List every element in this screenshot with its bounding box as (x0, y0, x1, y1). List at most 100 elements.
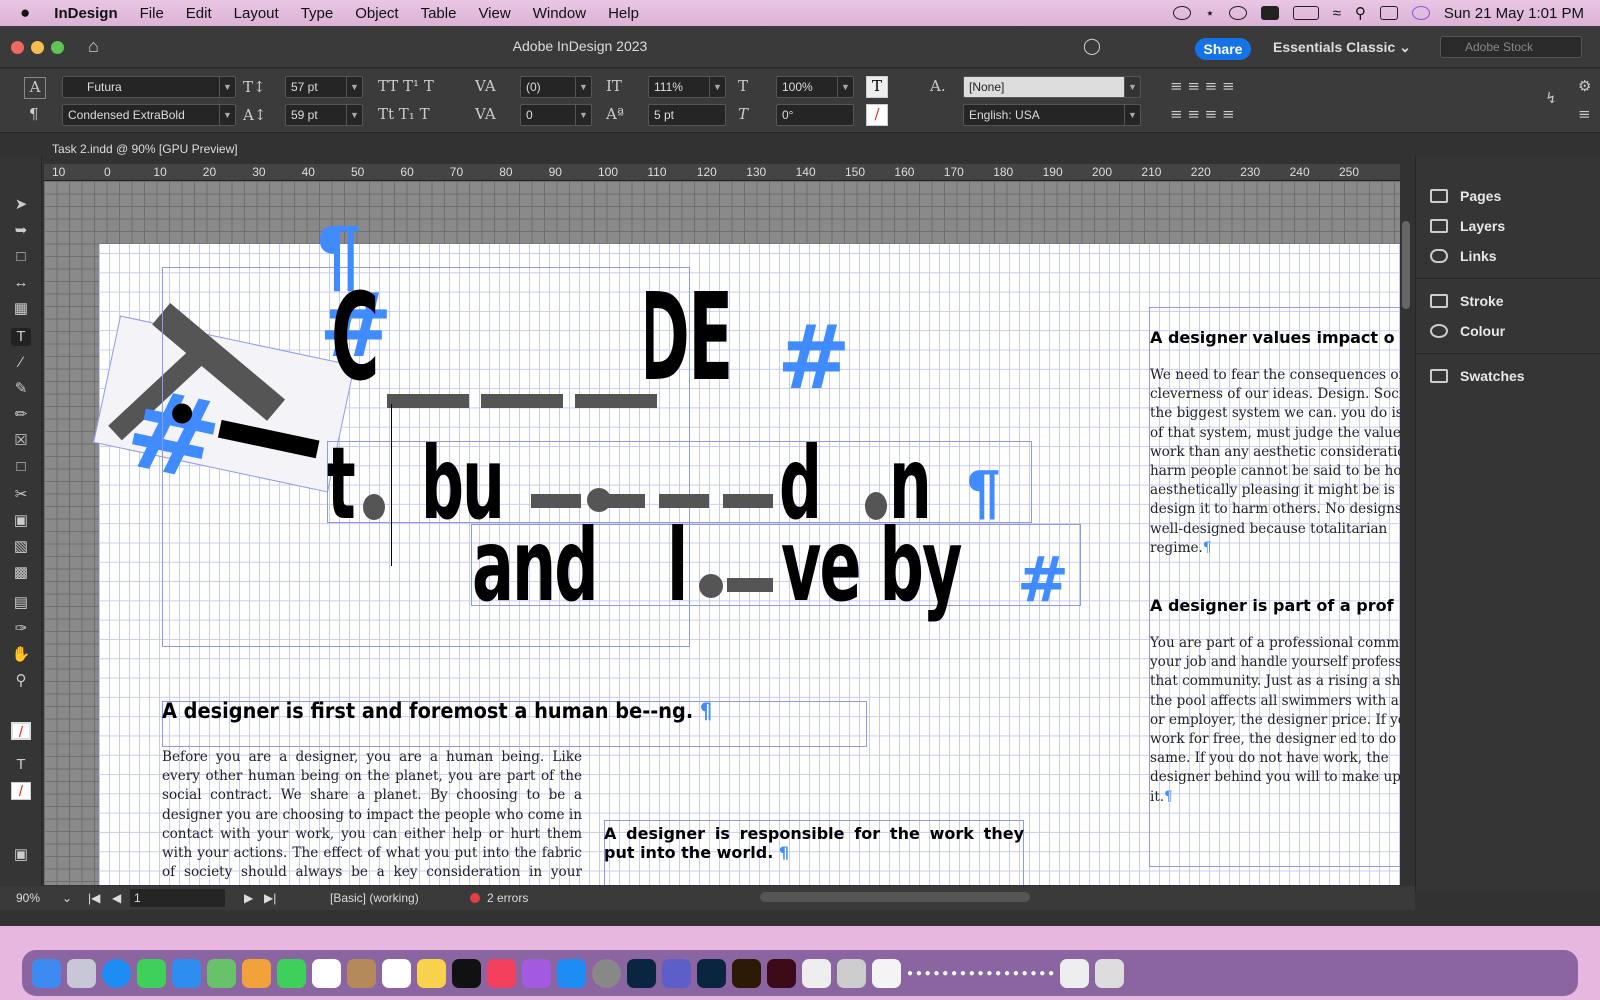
free-transform-icon[interactable]: ▣ (11, 512, 31, 530)
wifi-icon[interactable]: ≈ (1333, 5, 1341, 22)
type-tool-icon[interactable]: T (11, 328, 31, 346)
textedit-icon[interactable] (802, 958, 831, 988)
menu-file[interactable]: File (140, 5, 164, 22)
panel-layers[interactable]: Layers (1430, 218, 1505, 234)
indesign-icon[interactable] (767, 958, 796, 988)
panel-swatches[interactable]: Swatches (1430, 368, 1525, 384)
zoom-level[interactable]: 90% (16, 886, 40, 910)
skew-field[interactable]: 0° (776, 104, 854, 126)
font-family-field[interactable]: Futura ▼ (62, 76, 236, 98)
font-size-field[interactable]: 57 pt ▼ (285, 76, 363, 98)
dock-items-icon[interactable]: ● ● ● ● ● ● ● ● ● ● ● ● ● ● ● ● ● (907, 968, 1054, 979)
menu-layout[interactable]: Layout (234, 5, 279, 22)
mail-icon[interactable] (172, 958, 201, 988)
siri-icon[interactable] (1411, 6, 1430, 20)
direct-selection-icon[interactable]: ➥ (11, 222, 31, 240)
app-menu[interactable]: InDesign (54, 5, 117, 22)
menu-view[interactable]: View (478, 5, 510, 22)
panel-links[interactable]: Links (1430, 248, 1497, 264)
workspace-switcher[interactable]: Essentials Classic ⌄ (1273, 39, 1411, 56)
all-caps-icon[interactable]: TT T¹ T (378, 77, 434, 95)
podcasts-icon[interactable] (522, 958, 551, 988)
rectangle-tool-icon[interactable]: □ (11, 458, 31, 476)
small-caps-icon[interactable]: Tt T₁ T (378, 105, 430, 123)
appletv-icon[interactable] (452, 958, 481, 988)
reminders-icon[interactable] (382, 958, 411, 988)
page-tool-icon[interactable]: □ (11, 248, 31, 266)
clock[interactable]: Sun 21 May 1:01 PM (1444, 5, 1584, 22)
page-number-field[interactable]: 1 (130, 889, 225, 907)
align-left-icon[interactable]: ≡ ≡ ≡ ≡ (1170, 77, 1235, 95)
vertical-scale-field[interactable]: 111% ▼ (648, 76, 726, 98)
character-styles-icon[interactable]: A. (930, 77, 946, 95)
rectangle-frame-icon[interactable]: ☒ (11, 432, 31, 450)
panel-stroke[interactable]: Stroke (1430, 293, 1504, 309)
appstore-icon[interactable] (557, 958, 586, 988)
note-tool-icon[interactable]: ▤ (11, 594, 31, 612)
panel-menu-icon[interactable]: ≡ (1578, 105, 1591, 123)
heading-responsible[interactable]: A designer is responsible for the work t… (604, 824, 1024, 862)
search-icon[interactable]: ⚲ (1355, 4, 1366, 22)
kerning-field[interactable]: (0) ▼ (520, 76, 592, 98)
finder-icon[interactable] (32, 958, 61, 988)
control-center-icon[interactable] (1379, 6, 1398, 20)
formatting-affects-text-icon[interactable]: T (11, 756, 31, 774)
maps-icon[interactable] (207, 958, 236, 988)
adobe-stock-search[interactable]: Adobe Stock (1440, 36, 1582, 58)
safari-icon[interactable] (102, 958, 131, 988)
panel-pages[interactable]: Pages (1430, 188, 1501, 204)
illustrator-icon[interactable] (732, 958, 761, 988)
scissors-icon[interactable]: ✂ (11, 486, 31, 504)
horizontal-scale-field[interactable]: 100% ▼ (776, 76, 854, 98)
calendar-icon[interactable] (312, 958, 341, 988)
menu-object[interactable]: Object (355, 5, 398, 22)
heading-values-impact[interactable]: A designer values impact o (1150, 328, 1395, 347)
gap-tool-icon[interactable]: ↔ (11, 274, 31, 292)
photos-icon[interactable] (242, 958, 271, 988)
menu-edit[interactable]: Edit (186, 5, 212, 22)
battery-icon[interactable] (1292, 6, 1319, 20)
teams-icon[interactable] (662, 958, 691, 988)
body-values-impact[interactable]: We need to fear the consequences of the … (1150, 366, 1400, 558)
pencil-tool-icon[interactable]: ✏ (11, 406, 31, 424)
eyedropper-icon[interactable]: ✑ (11, 620, 31, 638)
baseline-shift-field[interactable]: 5 pt (648, 104, 726, 126)
character-mode-icon[interactable]: A (24, 77, 46, 99)
next-page-icon[interactable]: ▶ (244, 886, 253, 910)
lightroom-icon[interactable] (697, 958, 726, 988)
body-part-of-profession[interactable]: You are part of a professional community… (1150, 634, 1400, 807)
notes-icon[interactable] (417, 958, 446, 988)
document-tab[interactable]: Task 2.indd @ 90% [GPU Preview] (44, 138, 246, 160)
gradient-feather-icon[interactable]: ▩ (11, 564, 31, 582)
zoom-tool-icon[interactable]: ⚲ (11, 672, 31, 690)
leading-field[interactable]: 59 pt ▼ (285, 104, 363, 126)
selection-tool-icon[interactable]: ➤ (11, 196, 31, 214)
font-style-field[interactable]: Condensed ExtraBold ▼ (62, 104, 236, 126)
line-tool-icon[interactable]: ∕ (11, 354, 31, 372)
paragraph-mode-icon[interactable]: ¶ (29, 105, 39, 123)
pen-tool-icon[interactable]: ✎ (11, 380, 31, 398)
vertical-scrollbar[interactable] (1400, 181, 1412, 885)
menu-window[interactable]: Window (533, 5, 586, 22)
gear-icon[interactable]: ⚙ (1578, 77, 1591, 95)
lightbulb-icon[interactable]: ◯ (1083, 36, 1101, 56)
heading-human-being[interactable]: A designer is first and foremost a human… (162, 699, 712, 723)
character-style-select[interactable]: [None] ▼ (963, 76, 1141, 98)
screen-mode-icon[interactable]: ▣ (11, 846, 31, 864)
language-select[interactable]: English: USA ▼ (963, 104, 1141, 126)
body-human-being[interactable]: Before you are a designer, you are a hum… (162, 748, 582, 883)
play-icon[interactable] (1228, 6, 1247, 20)
settings-icon[interactable] (592, 958, 621, 988)
menu-help[interactable]: Help (608, 5, 639, 22)
content-collector-icon[interactable]: ▦ (11, 300, 31, 318)
photoshop-icon[interactable] (627, 958, 656, 988)
scroll-thumb[interactable] (1402, 221, 1410, 309)
preflight-errors[interactable]: 2 errors (487, 886, 528, 910)
stroke-none-icon[interactable]: / (866, 104, 888, 126)
last-page-icon[interactable]: ▶| (264, 886, 276, 910)
tracking-field[interactable]: 0 ▼ (520, 104, 592, 126)
creative-cloud-icon[interactable] (1173, 6, 1192, 20)
contacts-icon[interactable] (347, 958, 376, 988)
preview-icon[interactable] (837, 958, 866, 988)
adobe-a-icon[interactable] (1260, 6, 1279, 20)
